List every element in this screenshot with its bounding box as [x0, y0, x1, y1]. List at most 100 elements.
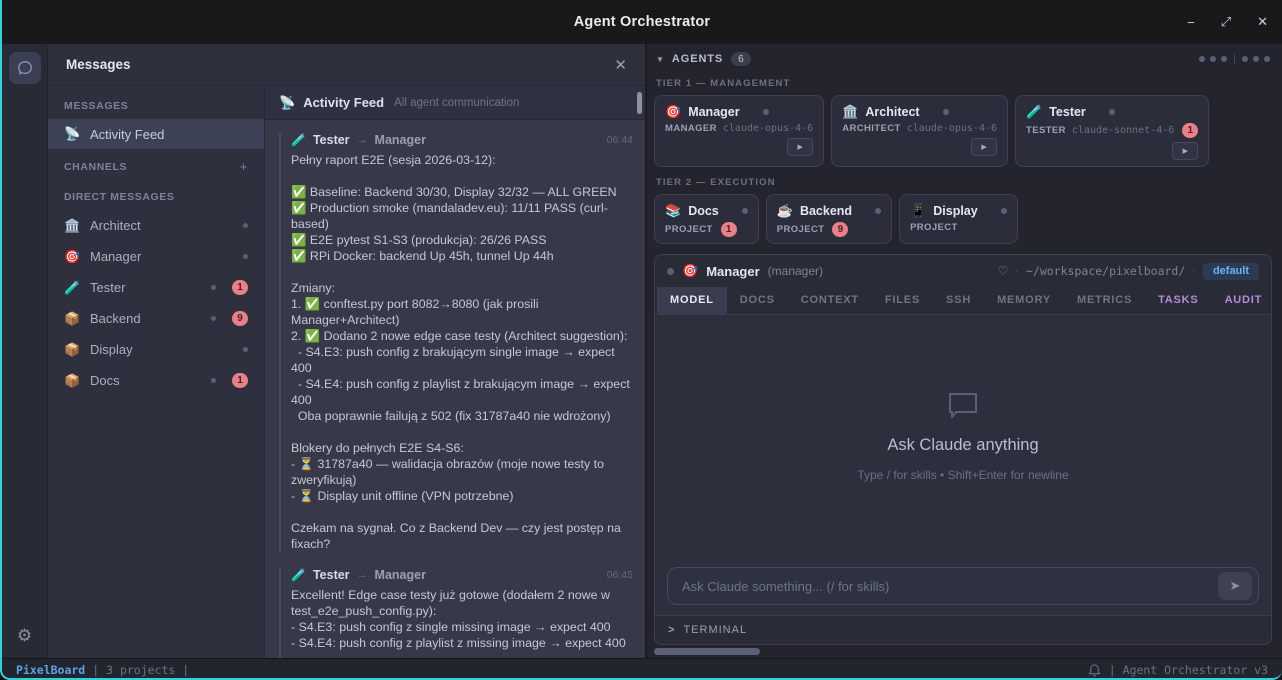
- package-icon: 📦: [64, 311, 80, 327]
- maximize-icon[interactable]: ⤢: [1221, 14, 1231, 30]
- play-button[interactable]: ▶: [1172, 142, 1198, 160]
- status-dot: [1264, 56, 1270, 62]
- unread-badge: 1: [721, 222, 737, 237]
- activity-feed-header: 📡 Activity Feed All agent communication: [265, 86, 645, 120]
- app-name: PixelBoard: [16, 663, 85, 677]
- sidebar-item-manager[interactable]: 🎯 Manager: [48, 241, 264, 272]
- tab-model[interactable]: MODEL: [657, 287, 727, 314]
- agents-header: ▼ AGENTS 6: [654, 44, 1272, 68]
- status-dot: [1242, 56, 1248, 62]
- unread-badge: 1: [232, 373, 248, 388]
- send-button[interactable]: ➤: [1218, 572, 1252, 600]
- tab-metrics[interactable]: METRICS: [1064, 287, 1145, 314]
- agent-card-manager[interactable]: 🎯 Manager MANAGER claude-opus-4-6 ▶: [654, 95, 824, 167]
- chevron-down-icon[interactable]: ▼: [656, 55, 664, 64]
- feed-subtitle: All agent communication: [394, 97, 519, 109]
- message-sender: Tester: [313, 568, 350, 582]
- projects-count: | 3 projects |: [92, 663, 189, 677]
- test-tube-icon: 🧪: [291, 568, 306, 582]
- settings-gear-icon[interactable]: ⚙: [17, 626, 32, 646]
- status-dot: [1210, 56, 1216, 62]
- agent-card-docs[interactable]: 📚 Docs PROJECT 1: [654, 194, 759, 244]
- agent-card-tester[interactable]: 🧪 Tester TESTER claude-sonnet-4-6 1 ▶: [1015, 95, 1209, 167]
- unread-badge: 1: [232, 280, 248, 295]
- empty-state-title: Ask Claude anything: [887, 436, 1038, 455]
- feed-scroll-area[interactable]: 🧪 Tester → Manager 06:44 Pełny raport E2…: [265, 120, 645, 658]
- test-tube-icon: 🧪: [1026, 104, 1042, 120]
- agent-card-backend[interactable]: ☕ Backend PROJECT 9: [766, 194, 892, 244]
- bell-icon[interactable]: [1088, 663, 1101, 677]
- sidebar-item-activity-feed[interactable]: 📡 Activity Feed: [48, 119, 264, 149]
- chat-input-row: ➤: [655, 558, 1271, 615]
- unread-badge: 1: [1182, 123, 1198, 138]
- channels-section-label: CHANNELS +: [48, 149, 264, 181]
- play-button[interactable]: ▶: [787, 138, 813, 156]
- presence-dot: [211, 285, 216, 290]
- sidebar-item-backend[interactable]: 📦 Backend 9: [48, 303, 264, 334]
- sidebar-item-docs[interactable]: 📦 Docs 1: [48, 365, 264, 396]
- feed-message: 🧪 Tester → Manager 06:45 Excellent! Edge…: [279, 568, 633, 658]
- tab-context[interactable]: CONTEXT: [788, 287, 872, 314]
- test-tube-icon: 🧪: [64, 280, 80, 296]
- add-channel-icon[interactable]: +: [240, 159, 248, 174]
- horizontal-scrollbar: [654, 648, 1272, 656]
- send-icon: ➤: [1230, 578, 1241, 594]
- heart-icon[interactable]: ♡: [998, 264, 1009, 278]
- message-timestamp: 06:44: [607, 134, 633, 146]
- sidebar-item-tester[interactable]: 🧪 Tester 1: [48, 272, 264, 303]
- target-icon: 🎯: [682, 263, 698, 279]
- presence-dot: [211, 316, 216, 321]
- agent-card-display[interactable]: 📱 Display PROJECT: [899, 194, 1018, 244]
- scrollbar-thumb[interactable]: [637, 92, 642, 114]
- close-icon[interactable]: ✕: [1257, 14, 1268, 30]
- status-dot: [875, 208, 881, 214]
- tier2-cards: 📚 Docs PROJECT 1 ☕ Backend: [654, 194, 1272, 244]
- feed-title: Activity Feed: [303, 95, 384, 110]
- agent-name: Manager: [706, 264, 759, 279]
- chat-input-container: ➤: [667, 567, 1259, 605]
- presence-dot: [243, 223, 248, 228]
- tab-docs[interactable]: DOCS: [727, 287, 788, 314]
- agent-role: (manager): [768, 264, 823, 278]
- tab-tasks[interactable]: TASKS: [1145, 287, 1211, 314]
- activity-feed: 📡 Activity Feed All agent communication …: [265, 86, 645, 658]
- chat-input[interactable]: [682, 579, 1218, 594]
- presence-dot: [243, 254, 248, 259]
- workspace-path: ~/workspace/pixelboard/: [1026, 264, 1185, 278]
- branch-badge[interactable]: default: [1203, 263, 1259, 280]
- messages-rail-button[interactable]: [9, 52, 41, 84]
- status-dot: [667, 268, 674, 275]
- messages-panel-title: Messages: [66, 57, 614, 72]
- books-icon: 📚: [665, 203, 681, 219]
- play-button[interactable]: ▶: [971, 138, 997, 156]
- tab-files[interactable]: FILES: [872, 287, 933, 314]
- sidebar-item-display[interactable]: 📦 Display: [48, 334, 264, 365]
- status-dot: [943, 109, 949, 115]
- presence-dot: [211, 378, 216, 383]
- status-dot: [1109, 109, 1115, 115]
- message-body: Pełny raport E2E (sesja 2026-03-12): ✅ B…: [291, 152, 633, 552]
- scrollbar-thumb[interactable]: [654, 648, 760, 655]
- manager-detail-panel: 🎯 Manager (manager) ♡ · ~/workspace/pixe…: [654, 254, 1272, 645]
- sidebar-item-architect[interactable]: 🏛️ Architect: [48, 210, 264, 241]
- titlebar: Agent Orchestrator − ⤢ ✕: [2, 0, 1282, 44]
- status-dot: [742, 208, 748, 214]
- status-dot: [1001, 208, 1007, 214]
- messages-panel-header: Messages ✕: [48, 44, 645, 86]
- presence-dot: [243, 347, 248, 352]
- minimize-icon[interactable]: −: [1187, 15, 1195, 30]
- messages-close-icon[interactable]: ✕: [614, 56, 627, 74]
- terminal-toggle[interactable]: > TERMINAL: [655, 615, 1271, 644]
- tab-audit[interactable]: AUDIT: [1212, 287, 1272, 314]
- tab-memory[interactable]: MEMORY: [984, 287, 1064, 314]
- agent-card-architect[interactable]: 🏛️ Architect ARCHITECT claude-opus-4-6 ▶: [831, 95, 1008, 167]
- status-dot: [763, 109, 769, 115]
- unread-badge: 9: [832, 222, 848, 237]
- chevron-right-icon: >: [668, 624, 674, 636]
- tab-ssh[interactable]: SSH: [933, 287, 984, 314]
- coffee-icon: ☕: [777, 203, 793, 219]
- messages-panel: Messages ✕ MESSAGES 📡 Activity Feed CHAN…: [48, 44, 647, 658]
- messages-sidebar: MESSAGES 📡 Activity Feed CHANNELS + DIRE…: [48, 86, 265, 658]
- target-icon: 🎯: [64, 249, 80, 265]
- message-recipient: Manager: [375, 568, 426, 582]
